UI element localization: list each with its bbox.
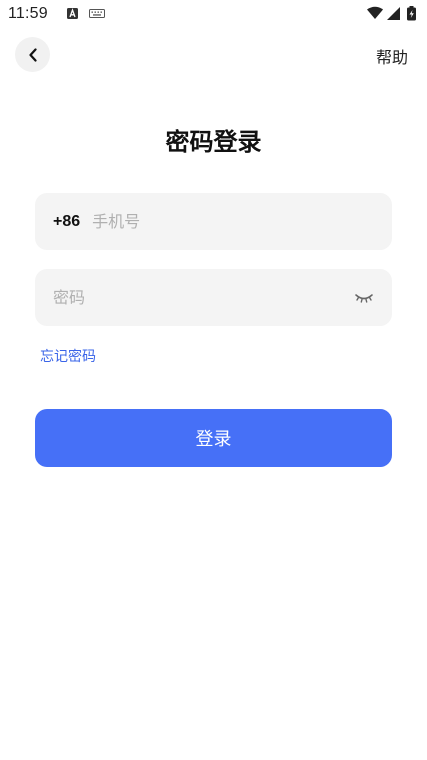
password-field [35,269,392,326]
eye-closed-icon[interactable] [354,292,374,304]
password-input[interactable] [53,288,346,307]
phone-field: +86 [35,193,392,250]
a-notification-icon [67,8,78,19]
forgot-password-link[interactable]: 忘记密码 [40,346,96,366]
chevron-left-icon [28,47,37,62]
status-right-icons [367,6,419,22]
signal-icon [387,7,400,20]
keyboard-icon [89,9,105,18]
status-bar: 11:59 [0,0,427,30]
login-button[interactable]: 登录 [35,409,392,467]
page-title: 密码登录 [165,128,262,156]
battery-icon [407,6,416,21]
wifi-icon [367,6,383,19]
help-link[interactable]: 帮助 [376,44,408,68]
back-button[interactable] [15,37,50,72]
phone-input[interactable] [92,212,374,231]
country-code[interactable]: +86 [53,213,80,231]
status-time: 11:59 [8,5,48,22]
